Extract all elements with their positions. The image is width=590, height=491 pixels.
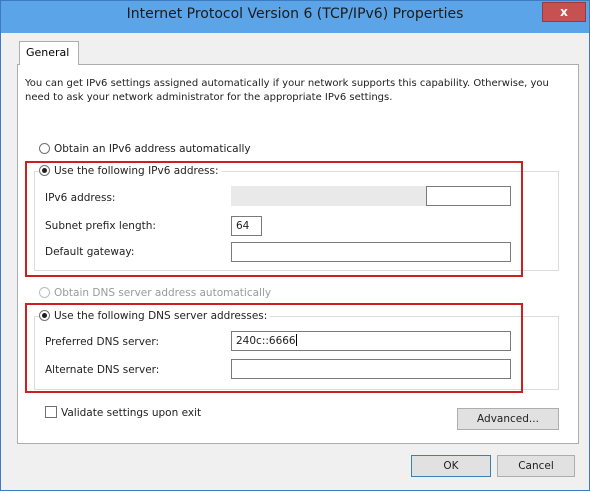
validate-settings-checkbox[interactable] bbox=[45, 406, 57, 418]
close-button[interactable]: x bbox=[542, 2, 586, 22]
text-caret bbox=[295, 334, 297, 346]
obtain-ipv6-auto-radio[interactable] bbox=[39, 143, 50, 154]
obtain-ipv6-auto-option[interactable]: Obtain an IPv6 address automatically bbox=[39, 141, 251, 157]
validate-settings-option[interactable]: Validate settings upon exit bbox=[45, 405, 201, 421]
description-text: You can get IPv6 settings assigned autom… bbox=[25, 78, 549, 103]
radio-selected-dot bbox=[42, 168, 47, 173]
window-title: Internet Protocol Version 6 (TCP/IPv6) P… bbox=[126, 6, 464, 22]
use-ipv6-address-option[interactable]: Use the following IPv6 address: bbox=[39, 163, 222, 179]
ipv6-address-redacted bbox=[231, 186, 426, 206]
cancel-button[interactable]: Cancel bbox=[497, 455, 575, 477]
title-bar[interactable]: Internet Protocol Version 6 (TCP/IPv6) P… bbox=[1, 1, 589, 33]
preferred-dns-label: Preferred DNS server: bbox=[45, 336, 160, 348]
subnet-prefix-field[interactable]: 64 bbox=[231, 216, 262, 236]
dialog-body: General You can get IPv6 settings assign… bbox=[9, 33, 583, 485]
dialog-window: Internet Protocol Version 6 (TCP/IPv6) P… bbox=[0, 0, 590, 491]
use-dns-servers-radio[interactable] bbox=[39, 310, 50, 321]
preferred-dns-value: 240c::6666 bbox=[236, 335, 296, 347]
obtain-ipv6-auto-label: Obtain an IPv6 address automatically bbox=[54, 143, 251, 155]
use-ipv6-address-radio[interactable] bbox=[39, 165, 50, 176]
use-dns-servers-option[interactable]: Use the following DNS server addresses: bbox=[39, 308, 271, 324]
obtain-dns-auto-radio[interactable] bbox=[39, 287, 50, 298]
ok-button[interactable]: OK bbox=[411, 455, 491, 477]
tab-general[interactable]: General bbox=[19, 41, 79, 65]
alternate-dns-field[interactable] bbox=[231, 359, 511, 379]
alternate-dns-label: Alternate DNS server: bbox=[45, 364, 160, 376]
ipv6-address-field[interactable] bbox=[426, 186, 511, 206]
radio-selected-dot bbox=[42, 313, 47, 318]
use-dns-servers-label: Use the following DNS server addresses: bbox=[54, 310, 268, 322]
obtain-dns-auto-label: Obtain DNS server address automatically bbox=[54, 287, 272, 299]
default-gateway-label: Default gateway: bbox=[45, 246, 135, 258]
subnet-prefix-label: Subnet prefix length: bbox=[45, 220, 156, 232]
validate-settings-label: Validate settings upon exit bbox=[61, 407, 202, 419]
ipv6-address-label: IPv6 address: bbox=[45, 192, 116, 204]
default-gateway-field[interactable] bbox=[231, 242, 511, 262]
use-ipv6-address-label: Use the following IPv6 address: bbox=[54, 165, 219, 177]
obtain-dns-auto-option[interactable]: Obtain DNS server address automatically bbox=[39, 285, 271, 301]
advanced-button[interactable]: Advanced... bbox=[457, 408, 559, 430]
preferred-dns-field[interactable]: 240c::6666 bbox=[231, 331, 511, 351]
